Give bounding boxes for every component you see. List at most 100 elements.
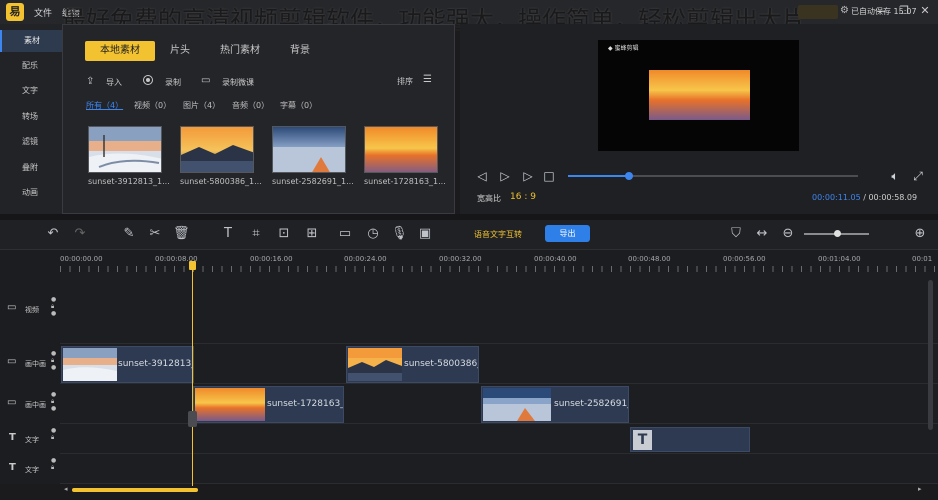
sort-button[interactable]: 排序 [397,76,413,87]
screen-record-tool-icon[interactable]: ▣ [417,226,433,242]
screen-record-icon[interactable]: ▭ [201,75,210,86]
record-lesson-button[interactable]: 录制微课 [222,77,254,88]
playback-progress-fill [568,175,629,177]
playback-progress-knob[interactable] [624,172,633,180]
text-track-icon: T [9,462,16,473]
filter-image[interactable]: 图片（4） [183,100,220,111]
track-controls-icon[interactable]: ● 🔒︎ ● [51,350,56,371]
mic-icon[interactable]: 🎙︎ [391,226,408,242]
tab-hot-assets[interactable]: 热门素材 [210,41,270,61]
ruler-label: 00:00:24.00 [344,255,387,263]
winter-sunset-image [89,127,161,172]
playhead-handle[interactable] [189,261,196,270]
mosaic-icon[interactable]: ⊡ [276,226,292,242]
zoom-out-icon[interactable]: ⊖ [780,226,796,242]
playback-time: 00:00:11.05 / 00:00:58.09 [812,193,917,202]
filter-subtitle[interactable]: 字幕（0） [280,100,317,111]
sidebar-item-overlay[interactable]: 叠附 [0,157,62,179]
timeline-clip[interactable]: sunset-3912813_ [61,346,194,383]
sidebar-item-transition[interactable]: 转场 [0,106,62,128]
track-label-video: 视频 [25,306,39,314]
delete-icon[interactable]: 🗑︎ [173,226,190,242]
track-controls-icon[interactable]: ● 🔒︎ [51,427,56,441]
filter-audio[interactable]: 音频（0） [232,100,269,111]
clip-thumbnail [195,388,265,421]
total-time: 00:00:58.09 [868,193,918,202]
minimize-icon[interactable]: — [875,4,889,18]
ruler-label: 00:00:32.00 [439,255,482,263]
h-scrollbar-thumb[interactable] [72,488,198,492]
text-clip[interactable]: T [630,427,750,452]
restore-icon[interactable]: ❐ [897,4,911,18]
clip-thumbnail [63,348,117,381]
media-thumb-4[interactable] [364,126,438,173]
scroll-right-icon[interactable]: ▸ [918,485,922,493]
clip-thumbnail [348,348,402,381]
edit-icon[interactable]: ✎ [121,226,137,242]
close-icon[interactable]: ✕ [918,4,932,18]
redo-icon[interactable]: ↷ [72,226,88,242]
next-frame-icon[interactable]: ▷ [520,168,536,184]
zoom-region-icon[interactable]: ⊞ [304,226,320,242]
export-button[interactable]: 导出 [545,225,590,242]
crop-icon[interactable]: ⌗ [248,226,264,242]
track-label-pip-2: 画中画 [25,401,46,409]
tab-local-assets[interactable]: 本地素材 [85,41,155,61]
prev-frame-icon[interactable]: ◁ [474,168,490,184]
scroll-left-icon[interactable]: ◂ [64,485,68,493]
freeze-frame-icon[interactable]: ▭ [337,226,353,242]
timeline-toolbar [0,220,938,250]
sidebar-item-assets[interactable]: 素材 [0,30,62,52]
sidebar-item-text[interactable]: 文字 [0,80,62,102]
preview-frame-image [649,70,750,120]
record-icon[interactable] [143,75,153,85]
text-tool-icon[interactable]: T [220,226,236,242]
import-button[interactable]: 导入 [106,77,122,88]
speed-icon[interactable]: ◷ [365,226,381,242]
aspect-ratio-value[interactable]: 16 : 9 [510,192,536,202]
stop-icon[interactable]: □ [541,168,557,184]
sidebar-item-music[interactable]: 配乐 [0,55,62,77]
record-button[interactable]: 录制 [165,77,181,88]
settings-icon[interactable]: ⚙ [840,5,849,16]
filter-video[interactable]: 视频（0） [134,100,171,111]
watermark: ◆ 蜜蜂剪辑 [608,45,639,52]
sidebar-item-animation[interactable]: 动画 [0,182,62,204]
undo-icon[interactable]: ↶ [45,226,61,242]
sidebar-item-filter[interactable]: 滤镜 [0,131,62,153]
media-thumb-3[interactable] [272,126,346,173]
tab-intro[interactable]: 片头 [160,41,200,61]
timeline-clip[interactable]: sunset-5800386_ [346,346,479,383]
ruler-label: 00:00:40.00 [534,255,577,263]
v-scrollbar-thumb[interactable] [928,280,933,430]
menu-file[interactable]: 文件 [34,6,52,19]
media-thumb-1[interactable] [88,126,162,173]
zoom-slider-knob[interactable] [834,230,841,237]
zoom-in-icon[interactable]: ⊕ [912,226,928,242]
split-icon[interactable]: ✂ [147,226,163,242]
media-thumb-2[interactable] [180,126,254,173]
volume-icon[interactable]: 🔈︎ [887,168,903,184]
list-icon[interactable]: ☰ [423,74,432,85]
import-icon[interactable]: ⇪ [86,76,94,87]
playhead-line[interactable] [192,264,193,493]
fit-icon[interactable]: ↔ [754,226,770,242]
track-controls-icon[interactable]: ● 🔒︎ ● [51,391,56,412]
ruler-label: 00:01:04.00 [818,255,861,263]
ruler-label: 00:00:56.00 [723,255,766,263]
filter-all[interactable]: 所有（4） [86,100,123,111]
track-controls-icon[interactable]: ● 🔒︎ ● [51,296,56,317]
timeline-clip[interactable]: sunset-1728163_ [193,386,344,423]
tab-background[interactable]: 背景 [280,41,320,61]
play-icon[interactable]: ▷ [497,168,513,184]
timeline-clip[interactable]: sunset-2582691_ [481,386,629,423]
track-controls-icon[interactable]: ● 🔒︎ [51,457,56,471]
fullscreen-icon[interactable]: ⤢ [910,168,926,184]
shield-icon[interactable]: ⛉ [728,226,744,242]
text-clip-icon: T [633,430,652,450]
trim-handle[interactable] [188,411,197,427]
aspect-ratio-label: 宽高比 [477,194,501,203]
ruler-label: 00:01 [912,255,933,263]
speech-to-text-button[interactable]: 语音文字互转 [474,229,522,240]
vip-badge[interactable] [798,5,838,19]
